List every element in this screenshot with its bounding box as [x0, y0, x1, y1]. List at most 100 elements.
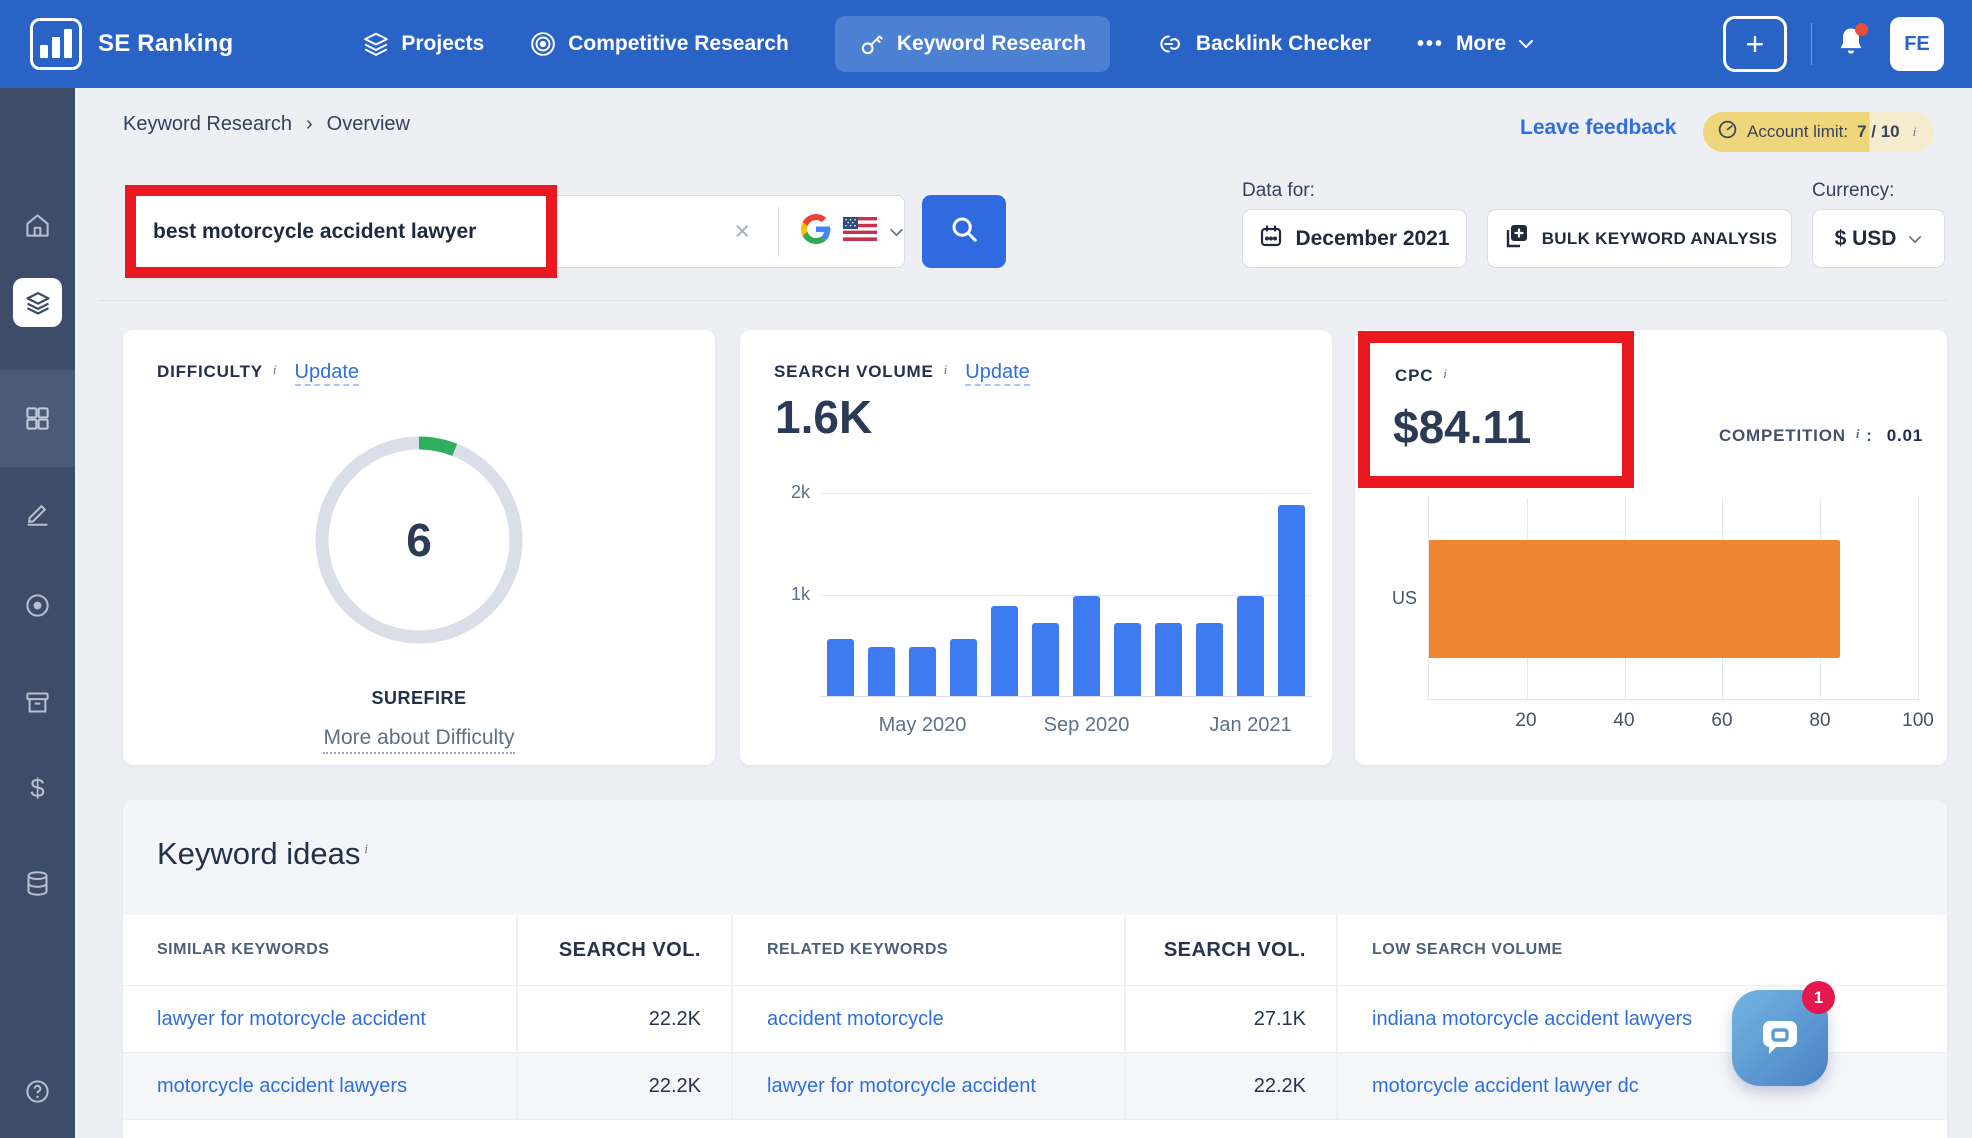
- info-icon: i: [1912, 124, 1917, 139]
- cpc-axis-labels: 20 40 60 80 100: [1428, 710, 1933, 734]
- chevron-down-icon: [1518, 39, 1534, 49]
- cpc-region-bar[interactable]: [1429, 540, 1841, 658]
- search-volume-bar[interactable]: [1196, 623, 1223, 696]
- info-icon: i: [364, 840, 368, 856]
- clear-input-icon[interactable]: ×: [734, 218, 750, 245]
- chat-widget-button[interactable]: 1: [1732, 981, 1835, 1086]
- dollar-icon[interactable]: $: [17, 768, 58, 809]
- ellipsis-icon: •••: [1417, 32, 1445, 55]
- bulk-label: BULK KEYWORD ANALYSIS: [1541, 228, 1778, 248]
- google-icon: [801, 214, 831, 249]
- search-engine-selector[interactable]: [801, 214, 904, 249]
- search-volume-bar[interactable]: [1155, 623, 1182, 696]
- related-keyword-link[interactable]: lawyer for motorcycle accident: [767, 1075, 1036, 1098]
- similar-keyword-link[interactable]: motorcycle accident lawyers: [157, 1075, 407, 1098]
- info-icon: i: [1855, 426, 1861, 441]
- region-label: US: [1391, 588, 1417, 608]
- x-axis-tick-label: Jan 2021: [1209, 714, 1292, 736]
- layers-icon: [363, 31, 389, 57]
- brand-logo[interactable]: SE Ranking: [30, 18, 233, 70]
- competition-value: 0.01: [1886, 426, 1923, 445]
- left-sidebar: $: [0, 88, 75, 1138]
- similar-keyword-link[interactable]: lawyer for motorcycle accident: [157, 1008, 426, 1031]
- data-for-label: Data for:: [1242, 180, 1315, 201]
- sidebar-item-keyword-research-active[interactable]: [13, 278, 62, 327]
- table-header-row: SIMILAR KEYWORDS SEARCH VOL. RELATED KEY…: [123, 915, 1947, 985]
- help-icon[interactable]: [17, 1071, 58, 1112]
- search-volume-bar[interactable]: [868, 647, 895, 696]
- section-divider: [99, 300, 1947, 301]
- breadcrumb: Keyword Research › Overview: [123, 113, 410, 136]
- search-volume-bar[interactable]: [1114, 623, 1141, 696]
- search-volume-bar[interactable]: [1237, 596, 1264, 696]
- competition-colon: :: [1866, 426, 1873, 445]
- primary-nav: Projects Competitive Research Keyword Re…: [363, 16, 1534, 72]
- account-limit-value: 7 / 10: [1857, 122, 1900, 141]
- search-button[interactable]: [922, 195, 1006, 268]
- search-volume-update-link[interactable]: Update: [965, 362, 1030, 386]
- competition-indicator: COMPETITION i : 0.01: [1719, 426, 1923, 446]
- search-volume-bar[interactable]: [991, 606, 1018, 696]
- bulk-keyword-analysis-button[interactable]: BULK KEYWORD ANALYSIS: [1487, 209, 1792, 268]
- table-row: motorcycle accident lawyers 22.2K lawyer f…: [123, 1052, 1947, 1119]
- search-volume-bar[interactable]: [827, 639, 854, 696]
- x-axis-tick-label: 60: [1711, 710, 1733, 731]
- col-search-vol-1: SEARCH VOL.: [516, 915, 731, 985]
- x-axis-tick-label: 100: [1902, 710, 1934, 731]
- date-picker-button[interactable]: December 2021: [1242, 209, 1467, 268]
- account-limit-badge[interactable]: Account limit: 7 / 10 i: [1703, 112, 1935, 152]
- search-volume-bar[interactable]: [1278, 505, 1305, 696]
- link-icon: [1156, 31, 1184, 57]
- search-volume-bar[interactable]: [1073, 596, 1100, 696]
- keyword-search-input[interactable]: [153, 219, 545, 244]
- chat-unread-badge: 1: [1802, 981, 1835, 1014]
- cpc-card: CPC i $84.11 COMPETITION i : 0.01 US 20 4…: [1355, 330, 1947, 765]
- breadcrumb-parent[interactable]: Keyword Research: [123, 113, 292, 136]
- low-volume-keyword-link[interactable]: indiana motorcycle accident lawyers: [1372, 1008, 1692, 1031]
- y-axis-tick-label: 2k: [790, 482, 810, 502]
- home-icon[interactable]: [17, 205, 58, 246]
- leave-feedback-link[interactable]: Leave feedback: [1520, 116, 1676, 140]
- circle-dot-icon[interactable]: [17, 585, 58, 626]
- info-icon: i: [272, 362, 277, 377]
- related-keyword-link[interactable]: accident motorcycle: [767, 1008, 944, 1031]
- notifications-bell-icon[interactable]: [1836, 22, 1868, 63]
- keyword-ideas-table: SIMILAR KEYWORDS SEARCH VOL. RELATED KEY…: [123, 915, 1947, 1138]
- add-button[interactable]: +: [1723, 16, 1787, 72]
- search-volume-total: 1.6K: [775, 391, 873, 443]
- input-divider: [778, 206, 779, 257]
- chat-bubble-icon: [1754, 1010, 1806, 1067]
- target-icon: [530, 31, 556, 57]
- search-volume-bar[interactable]: [1032, 623, 1059, 696]
- search-volume-bar[interactable]: [950, 639, 977, 696]
- x-axis-tick-label: 40: [1613, 710, 1635, 731]
- competition-label: COMPETITION: [1718, 426, 1846, 445]
- nav-item-keyword-research[interactable]: Keyword Research: [834, 16, 1110, 72]
- low-volume-keyword-link[interactable]: motorcycle accident lawyer dc: [1372, 1075, 1639, 1098]
- pencil-edit-icon[interactable]: [17, 493, 58, 534]
- difficulty-title: DIFFICULTY: [157, 362, 263, 381]
- table-row: lawyer for motorcycle accident 22.2K accid…: [123, 985, 1947, 1052]
- difficulty-gauge: 6: [289, 410, 549, 670]
- nav-divider: [1811, 23, 1812, 65]
- database-icon[interactable]: [17, 863, 58, 904]
- apps-grid-icon[interactable]: [17, 398, 58, 439]
- info-icon: i: [1443, 366, 1447, 381]
- us-flag-icon: [843, 217, 877, 246]
- nav-item-competitive-research[interactable]: Competitive Research: [530, 31, 789, 57]
- nav-item-projects[interactable]: Projects: [363, 31, 484, 57]
- nav-right-controls: + FE: [1723, 16, 1944, 72]
- chevron-down-icon: [1908, 231, 1922, 247]
- nav-item-backlink-checker[interactable]: Backlink Checker: [1156, 31, 1371, 57]
- user-avatar[interactable]: FE: [1890, 17, 1944, 71]
- date-value: December 2021: [1295, 226, 1450, 250]
- archive-box-icon[interactable]: [17, 682, 58, 723]
- difficulty-update-link[interactable]: Update: [294, 362, 360, 386]
- nav-item-more[interactable]: ••• More: [1417, 32, 1534, 56]
- currency-dropdown[interactable]: $ USD: [1812, 209, 1945, 268]
- keyword-ideas-title: Keyword ideas i: [157, 836, 368, 871]
- y-axis-tick-label: 1k: [790, 584, 810, 604]
- search-volume-bar[interactable]: [909, 647, 936, 696]
- more-about-difficulty-link[interactable]: More about Difficulty: [323, 726, 515, 754]
- brand-name: SE Ranking: [98, 30, 234, 57]
